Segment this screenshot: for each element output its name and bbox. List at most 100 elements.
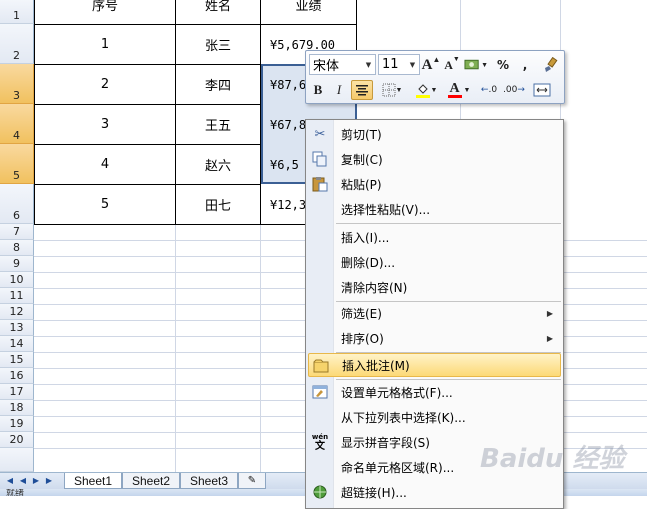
menu-item-label: 删除(D)... [341, 255, 396, 270]
cell-name[interactable]: 王五 [176, 105, 260, 144]
menu-item-insert-comment[interactable]: 插入批注(M) [308, 353, 561, 377]
row-header-20[interactable]: 20 [0, 432, 34, 448]
cell-no[interactable]: 4 [35, 145, 175, 184]
cell-sales[interactable]: ¥87,6 [261, 65, 305, 104]
row-header-18[interactable]: 18 [0, 400, 34, 416]
row-header-3[interactable]: 3 [0, 64, 34, 104]
table-border [34, 224, 306, 225]
row-header-2[interactable]: 2 [0, 24, 34, 64]
format-painter-button[interactable] [540, 55, 560, 75]
row-header-16[interactable]: 16 [0, 368, 34, 384]
submenu-arrow-icon: ▶ [546, 308, 553, 318]
row-header-15[interactable]: 15 [0, 352, 34, 368]
comma-button[interactable]: , [518, 55, 532, 75]
menu-item-copy[interactable]: 复制(C) [308, 147, 561, 171]
row-header-19[interactable]: 19 [0, 416, 34, 432]
font-size-select[interactable]: 11 ▼ [378, 54, 420, 75]
header-cell-name[interactable]: 姓名 [176, 0, 260, 16]
menu-item-label: 超链接(H)... [341, 485, 407, 500]
row-header-13[interactable]: 13 [0, 320, 34, 336]
increase-decimal-icon: .0 [488, 85, 498, 95]
decrease-decimal-button[interactable]: .00 → [502, 80, 526, 100]
menu-item-filter[interactable]: 筛选(E) ▶ [308, 301, 561, 325]
cell-sales[interactable]: ¥12,3 [261, 185, 305, 224]
row-header-7[interactable]: 7 [0, 224, 34, 240]
cell-sales[interactable]: ¥67,8 [261, 105, 305, 144]
cell-no[interactable]: 5 [35, 185, 175, 224]
merge-cells-icon [533, 83, 551, 97]
shrink-font-icon: A [444, 57, 453, 72]
font-name-select[interactable]: 宋体 ▼ [309, 54, 376, 75]
sheet-tab-sheet1[interactable]: Sheet1 [64, 473, 122, 489]
center-align-button[interactable] [351, 80, 373, 100]
row-header-4[interactable]: 4 [0, 104, 34, 144]
first-sheet-icon[interactable]: ◀ [4, 475, 16, 487]
next-sheet-icon[interactable]: ▶ [30, 475, 42, 487]
borders-button[interactable]: ▼ [378, 80, 406, 100]
menu-item-paste-special[interactable]: 选择性粘贴(V)... [308, 197, 561, 221]
grow-font-button[interactable]: A ▲ [421, 55, 441, 75]
menu-item-hyperlink[interactable]: 超链接(H)... [308, 480, 561, 504]
menu-item-insert[interactable]: 插入(I)... [308, 225, 561, 249]
row-header-11[interactable]: 11 [0, 288, 34, 304]
row-header-1[interactable]: 1 [0, 0, 34, 24]
increase-decimal-button[interactable]: ← .0 [478, 80, 500, 100]
merge-center-button[interactable] [530, 80, 554, 100]
accounting-format-button[interactable]: ▼ [464, 55, 488, 75]
insert-sheet-icon[interactable]: ✎ [238, 473, 266, 489]
cell-name[interactable]: 张三 [176, 25, 260, 64]
italic-button[interactable]: I [330, 80, 348, 100]
cell-no[interactable]: 1 [35, 25, 175, 64]
menu-item-label: 粘贴(P) [341, 177, 382, 192]
menu-item-label: 从下拉列表中选择(K)... [341, 410, 466, 425]
format-cells-icon [312, 384, 328, 400]
watermark: Baidu 经验 [480, 444, 625, 474]
grow-font-icon: A [421, 56, 433, 73]
last-sheet-icon[interactable]: ▶ [43, 475, 55, 487]
menu-item-label: 选择性粘贴(V)... [341, 202, 431, 217]
sheet-tab-sheet3[interactable]: Sheet3 [180, 473, 238, 489]
header-cell-no[interactable]: 序号 [35, 0, 175, 16]
menu-item-cut[interactable]: ✂ 剪切(T) [308, 122, 561, 146]
chevron-down-icon: ▼ [365, 60, 372, 69]
menu-item-pick-from-list[interactable]: 从下拉列表中选择(K)... [308, 405, 561, 429]
menu-item-label: 排序(O) [341, 331, 384, 346]
header-cell-sales[interactable]: 业绩 [261, 0, 356, 16]
paintbrush-icon [545, 57, 558, 72]
prev-sheet-icon[interactable]: ◀ [17, 475, 29, 487]
menu-item-delete[interactable]: 删除(D)... [308, 250, 561, 274]
percent-button[interactable]: % [496, 55, 510, 75]
row-header-6[interactable]: 6 [0, 184, 34, 224]
cell-name[interactable]: 赵六 [176, 145, 260, 184]
sheet-tab-sheet2[interactable]: Sheet2 [122, 473, 180, 489]
row-header-10[interactable]: 10 [0, 272, 34, 288]
menu-item-clear-contents[interactable]: 清除内容(N) [308, 275, 561, 299]
decrease-decimal-icon: .00 [503, 85, 518, 95]
menu-item-label: 设置单元格格式(F)... [341, 385, 453, 400]
cell-sales[interactable]: ¥6,5 [261, 145, 305, 184]
menu-item-paste[interactable]: 粘贴(P) [308, 172, 561, 196]
menu-item-label: 清除内容(N) [341, 280, 408, 295]
row-header-5[interactable]: 5 [0, 144, 34, 184]
cell-no[interactable]: 2 [35, 65, 175, 104]
menu-item-sort[interactable]: 排序(O) ▶ [308, 326, 561, 350]
font-color-button[interactable]: A ▼ [444, 80, 474, 100]
row-header-12[interactable]: 12 [0, 304, 34, 320]
row-header-8[interactable]: 8 [0, 240, 34, 256]
row-header-14[interactable]: 14 [0, 336, 34, 352]
fill-color-button[interactable]: ▼ [410, 80, 442, 100]
bold-button[interactable]: B [309, 80, 327, 100]
cell-no[interactable]: 3 [35, 105, 175, 144]
menu-item-format-cells[interactable]: 设置单元格格式(F)... [308, 380, 561, 404]
clipboard-icon [312, 176, 328, 192]
cell-name[interactable]: 李四 [176, 65, 260, 104]
menu-separator [336, 223, 561, 224]
comment-icon [313, 358, 329, 374]
row-header-17[interactable]: 17 [0, 384, 34, 400]
shrink-font-button[interactable]: A ▼ [443, 55, 461, 75]
row-header-9[interactable]: 9 [0, 256, 34, 272]
cell-name[interactable]: 田七 [176, 185, 260, 224]
phonetic-icon: wén 文 [311, 433, 329, 452]
menu-item-label: 复制(C) [341, 152, 383, 167]
submenu-arrow-icon: ▶ [546, 333, 553, 343]
